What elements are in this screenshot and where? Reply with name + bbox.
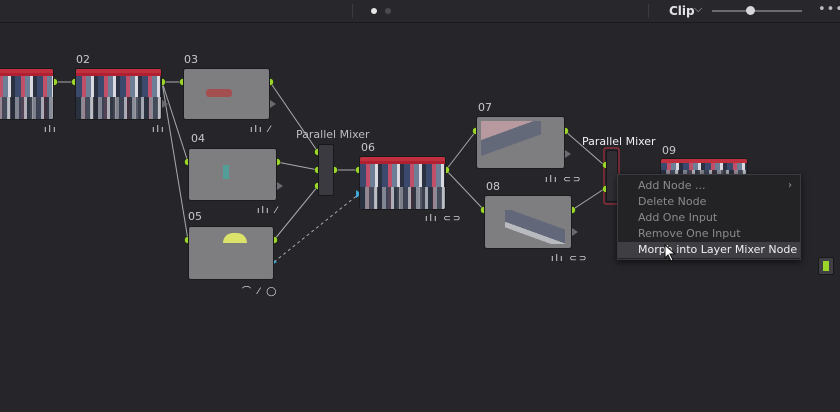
node-label-bar [76, 69, 161, 73]
wire [269, 81, 319, 153]
menu-item-remove-one-input[interactable]: Remove One Input [618, 226, 800, 242]
key-output-triangle [572, 228, 578, 236]
node-02-status-icons: ılı [152, 125, 166, 135]
node-matte-preview [206, 89, 232, 97]
node-01[interactable] [0, 68, 54, 120]
node-thumbnail [76, 71, 161, 119]
node-number: 04 [191, 132, 205, 145]
menu-item-label: Delete Node [638, 195, 707, 208]
node-matte-preview [505, 210, 565, 244]
node-02[interactable] [75, 68, 162, 120]
node-label-bar [0, 69, 53, 73]
node-number: 02 [76, 53, 90, 66]
node-01-status-icons: ılı [44, 125, 58, 135]
node-03[interactable] [183, 68, 270, 120]
clip-output-node[interactable] [818, 257, 834, 275]
node-06-status-icons: ılı ⊂⊃ [425, 214, 463, 224]
menu-item-label: Add Node ... [638, 179, 706, 192]
output-indicator [823, 261, 829, 271]
node-matte-preview [223, 165, 229, 179]
node-08[interactable] [484, 195, 572, 249]
wire [445, 169, 485, 211]
parallel-mixer-label: Parallel Mixer [296, 128, 370, 141]
menu-item-label: Morph into Layer Mixer Node [638, 243, 798, 256]
node-context-menu: Add Node ... › Delete Node Add One Input… [617, 174, 801, 260]
node-number: 06 [361, 141, 375, 154]
key-output-triangle [565, 150, 571, 158]
parallel-mixer-node[interactable] [318, 144, 334, 196]
node-08-status-icons: ılı ⊂⊃ [551, 254, 589, 264]
node-number: 09 [662, 144, 676, 157]
node-04-status-icons: ılı ⁄ [257, 206, 279, 216]
node-matte-preview [481, 121, 541, 163]
menu-item-delete-node[interactable]: Delete Node [618, 194, 800, 210]
wire [445, 130, 477, 171]
node-thumbnail [360, 159, 445, 209]
node-number: 08 [486, 180, 500, 193]
node-number: 03 [184, 53, 198, 66]
menu-item-morph-into-layer-mixer[interactable]: Morph into Layer Mixer Node [618, 242, 800, 258]
node-label-bar [360, 157, 445, 161]
parallel-mixer-label-selected: Parallel Mixer [582, 135, 656, 148]
chevron-right-icon: › [788, 180, 792, 191]
node-04[interactable] [188, 148, 277, 201]
node-07-status-icons: ılı ⊂⊃ [545, 175, 583, 185]
node-label-bar [661, 159, 747, 163]
mouse-pointer-icon [664, 244, 677, 262]
node-05-status-icons: ⌒ ⁄ ◯ [242, 287, 279, 297]
menu-item-label: Remove One Input [638, 227, 741, 240]
menu-item-add-one-input[interactable]: Add One Input [618, 210, 800, 226]
node-03-status-icons: ılı ⁄ [250, 125, 272, 135]
node-number: 05 [188, 210, 202, 223]
node-thumbnail [0, 71, 53, 119]
node-06[interactable] [359, 156, 446, 210]
key-output-triangle [270, 100, 276, 108]
menu-item-add-node[interactable]: Add Node ... › [618, 178, 800, 194]
wire [571, 188, 605, 211]
node-07[interactable] [476, 116, 565, 169]
key-output-triangle [277, 182, 283, 190]
node-05[interactable] [188, 226, 274, 280]
menu-item-label: Add One Input [638, 211, 718, 224]
dashed-wire [273, 193, 360, 263]
node-number: 07 [478, 101, 492, 114]
wire [276, 161, 319, 171]
node-matte-preview [223, 233, 247, 243]
